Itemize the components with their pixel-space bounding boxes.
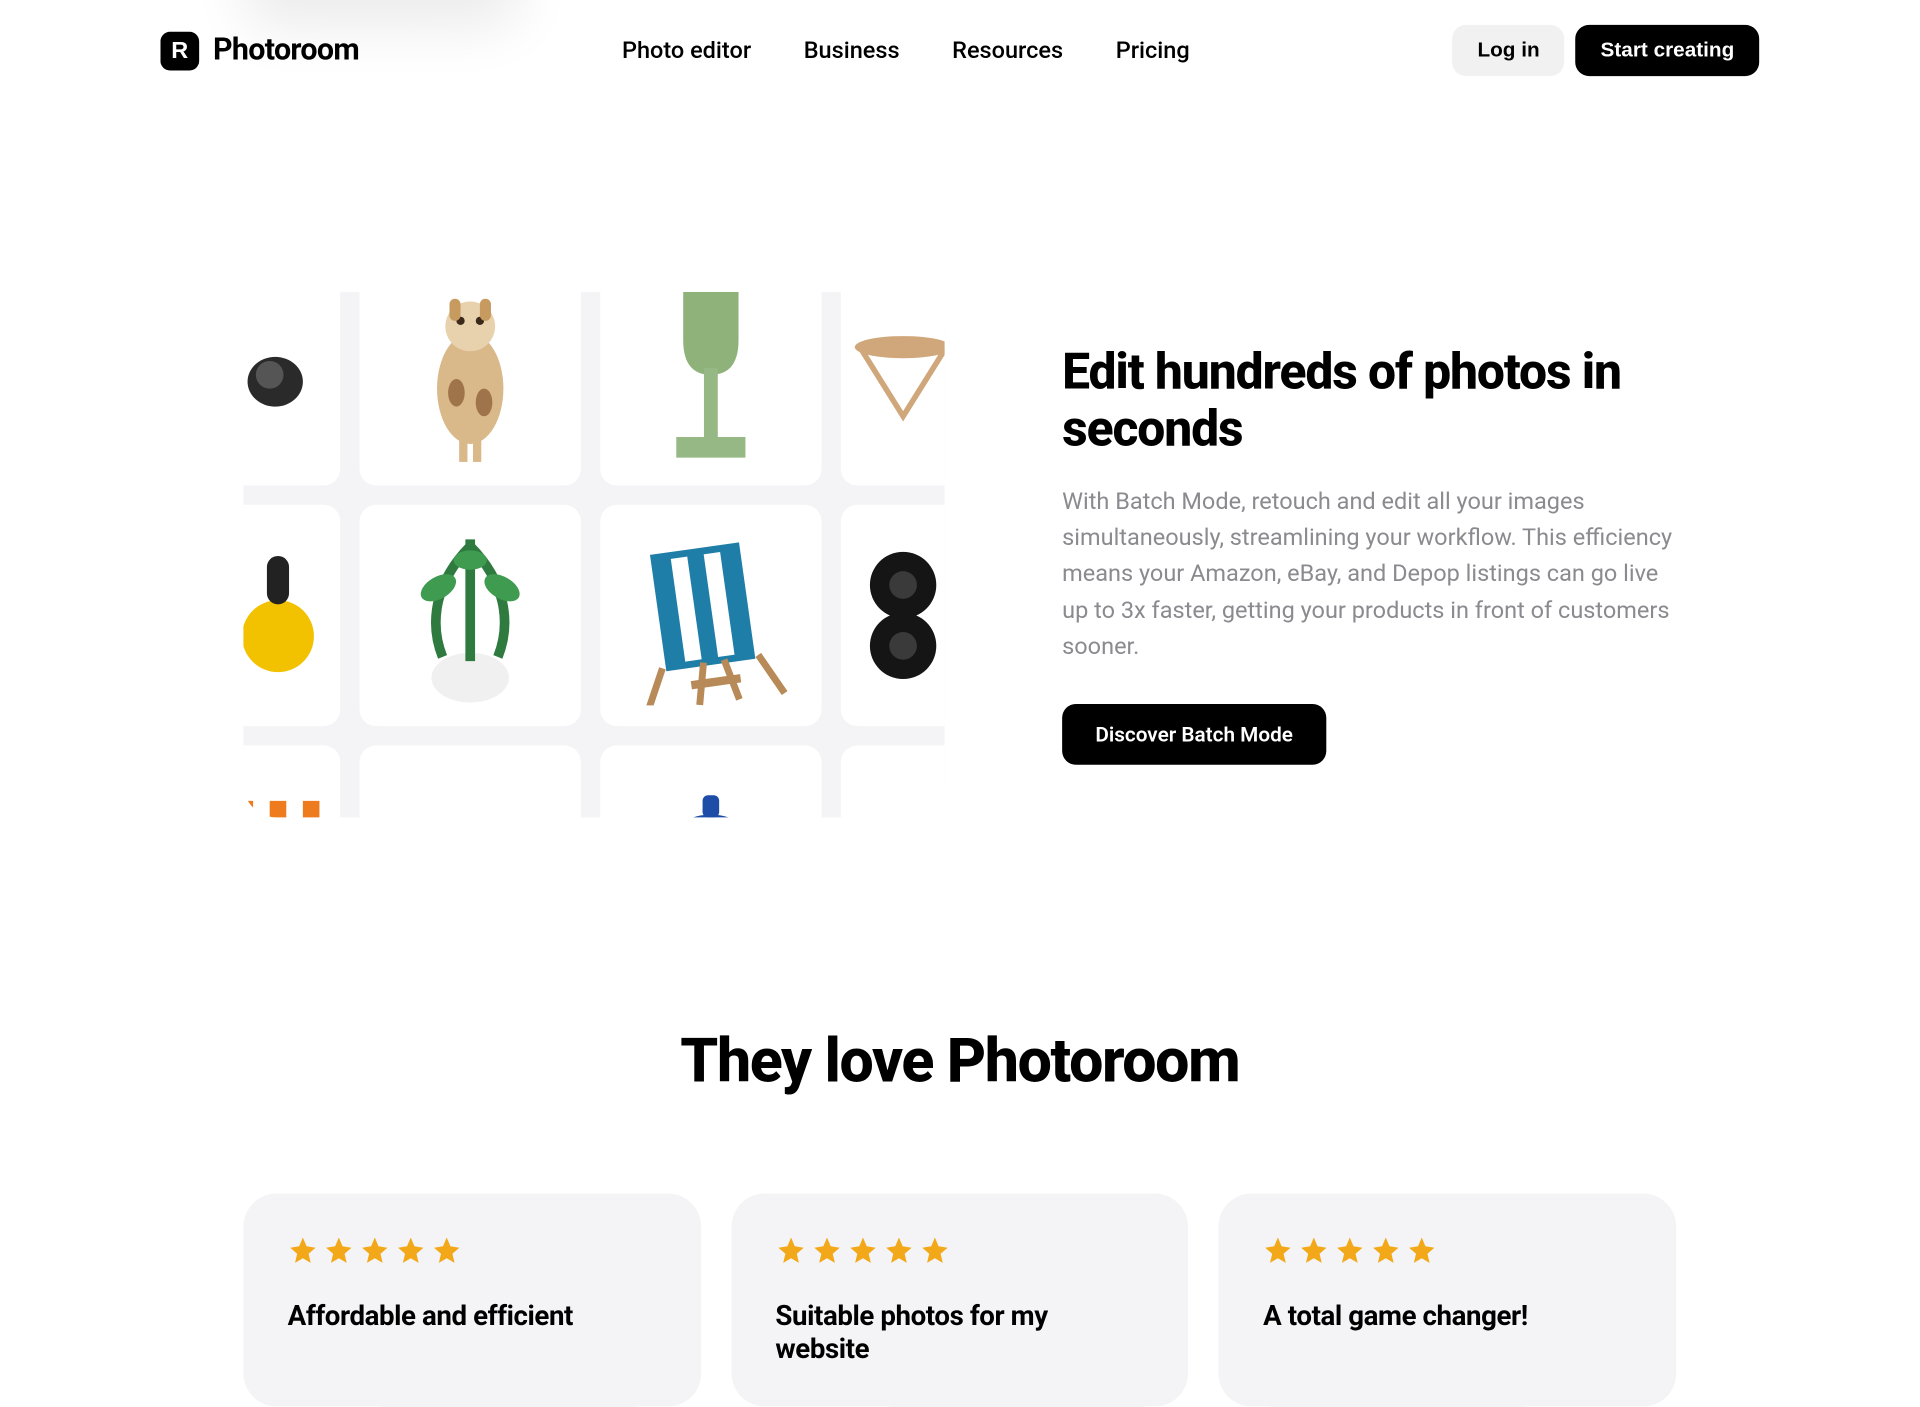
star-icon xyxy=(1299,1235,1329,1265)
star-icon xyxy=(396,1235,426,1265)
product-tile xyxy=(243,292,340,486)
star-icon xyxy=(919,1235,949,1265)
star-icon xyxy=(324,1235,354,1265)
product-tile xyxy=(841,745,945,817)
login-button[interactable]: Log in xyxy=(1453,25,1565,76)
product-tile xyxy=(243,745,340,817)
discover-batch-mode-button[interactable]: Discover Batch Mode xyxy=(1062,704,1326,765)
star-icon xyxy=(431,1235,461,1265)
feature-title: Edit hundreds of photos in seconds xyxy=(1062,344,1676,458)
product-tile xyxy=(360,505,581,726)
product-tile xyxy=(600,745,821,817)
star-icon xyxy=(1407,1235,1437,1265)
star-rating xyxy=(1263,1235,1632,1265)
star-icon xyxy=(1371,1235,1401,1265)
feature-description: With Batch Mode, retouch and edit all yo… xyxy=(1062,483,1676,665)
star-rating xyxy=(288,1235,657,1265)
star-icon xyxy=(360,1235,390,1265)
star-icon xyxy=(883,1235,913,1265)
site-header: Photoroom Photo editor Business Resource… xyxy=(0,0,1920,101)
nav-item-resources[interactable]: Resources xyxy=(952,37,1063,65)
feature-section-batch-mode: Edit hundreds of photos in seconds With … xyxy=(0,101,1920,817)
testimonial-cards: Affordable and efficient Suitable photos… xyxy=(243,1194,1676,1407)
testimonial-card: Suitable photos for my website xyxy=(731,1194,1188,1407)
star-icon xyxy=(847,1235,877,1265)
star-icon xyxy=(811,1235,841,1265)
product-tile xyxy=(600,292,821,486)
product-tile xyxy=(360,292,581,486)
feature-text-block: Edit hundreds of photos in seconds With … xyxy=(1062,344,1676,765)
product-tile xyxy=(600,505,821,726)
product-tile xyxy=(360,745,581,817)
start-creating-button[interactable]: Start creating xyxy=(1576,25,1760,76)
star-icon xyxy=(775,1235,805,1265)
nav-item-photo-editor[interactable]: Photo editor xyxy=(622,37,751,65)
testimonials-section: They love Photoroom Affordable and effic… xyxy=(0,817,1920,1406)
nav-item-pricing[interactable]: Pricing xyxy=(1116,37,1190,65)
testimonial-title: A total game changer! xyxy=(1263,1299,1632,1332)
brand-logo[interactable]: Photoroom xyxy=(160,31,359,70)
testimonial-card: A total game changer! xyxy=(1219,1194,1676,1407)
star-icon xyxy=(1335,1235,1365,1265)
product-tile xyxy=(841,292,945,486)
brand-name: Photoroom xyxy=(213,33,359,68)
testimonials-title: They love Photoroom xyxy=(243,1025,1676,1097)
star-icon xyxy=(288,1235,318,1265)
nav-item-business[interactable]: Business xyxy=(804,37,900,65)
primary-nav: Photo editor Business Resources Pricing xyxy=(622,37,1190,65)
header-actions: Log in Start creating xyxy=(1453,25,1760,76)
feature-image-grid xyxy=(243,292,944,818)
testimonial-title: Affordable and efficient xyxy=(288,1299,657,1332)
star-icon xyxy=(1263,1235,1293,1265)
testimonial-card: Affordable and efficient xyxy=(243,1194,700,1407)
product-tile xyxy=(841,505,945,726)
logo-icon xyxy=(160,31,199,70)
star-rating xyxy=(775,1235,1144,1265)
testimonial-title: Suitable photos for my website xyxy=(775,1299,1144,1365)
product-tile xyxy=(243,505,340,726)
